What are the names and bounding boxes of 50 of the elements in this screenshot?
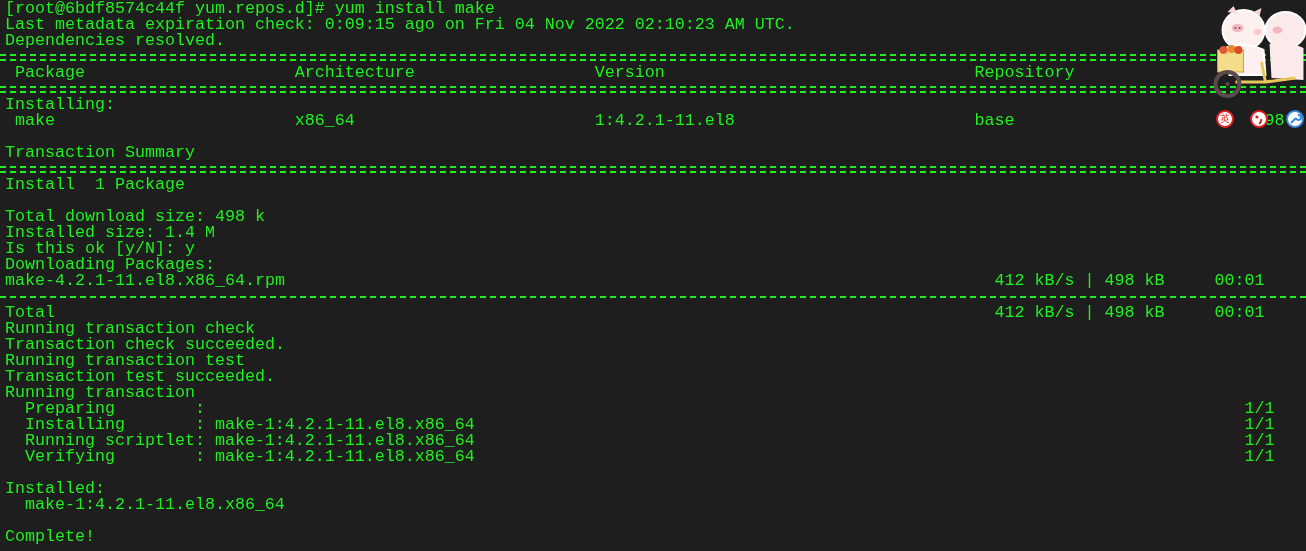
step-separator: :: [194, 401, 205, 417]
table-cell: base: [974, 113, 1015, 129]
terminal-line: Downloading Packages:: [5, 255, 215, 274]
terminal-line: Complete!: [5, 527, 95, 546]
terminal-line: Install 1 Package: [5, 175, 185, 194]
step-package: make-1:4.2.1-11.el8.x86_64: [214, 433, 475, 449]
step-count: 1/1: [1244, 417, 1275, 433]
terminal-line: Installing:: [5, 95, 115, 114]
terminal-line: Running transaction check: [5, 319, 255, 338]
step-separator: :: [194, 433, 205, 449]
step-label: Preparing: [25, 401, 115, 417]
terminal-line: Transaction test succeeded.: [5, 367, 275, 386]
step-label: Installing: [25, 417, 125, 433]
terminal-line: Transaction check succeeded.: [5, 335, 285, 354]
step-count: 1/1: [1244, 449, 1275, 465]
terminal-line: Is this ok [y/N]: y: [5, 239, 195, 258]
table-cell: 1:4.2.1-11.el8: [594, 113, 735, 129]
download-time: 00:01: [1214, 273, 1265, 289]
download-file: make-4.2.1-11.el8.x86_64.rpm: [5, 273, 285, 289]
step-label: Running scriptlet: [25, 433, 195, 449]
download-rate: 412 kB/s | 498 kB: [994, 305, 1165, 321]
step-separator: :: [194, 417, 205, 433]
step-separator: :: [194, 449, 205, 465]
step-count: 1/1: [1244, 433, 1275, 449]
terminal-line: [root@6bdf8574c44f yum.repos.d]# yum install make: [5, 0, 495, 18]
terminal-line: Dependencies resolved.: [5, 31, 225, 50]
table-cell: make: [15, 113, 55, 129]
step-package: make-1:4.2.1-11.el8.x86_64: [214, 449, 475, 465]
terminal-line: Installed:: [5, 479, 105, 498]
terminal-line: Installed size: 1.4 M: [5, 223, 215, 242]
step-label: Verifying: [25, 449, 115, 465]
terminal-line: Running transaction test: [5, 351, 245, 370]
terminal-line: Transaction Summary: [5, 143, 195, 162]
table-cell: x86_64: [294, 113, 355, 129]
step-count: 1/1: [1244, 401, 1275, 417]
download-rate: 412 kB/s | 498 kB: [994, 273, 1165, 289]
download-time: 00:01: [1214, 305, 1265, 321]
installed-package: make-1:4.2.1-11.el8.x86_64: [25, 497, 285, 513]
settings-icon[interactable]: [1286, 110, 1304, 128]
terminal-line: Last metadata expiration check: 0:09:15 ago on Fri 04 Nov 2022 02:10:23 AM UTC.: [5, 15, 795, 34]
terminal-line: Running transaction: [5, 383, 195, 402]
terminal-line: Total download size: 498 k: [5, 207, 265, 226]
column-header: Package: [15, 65, 85, 81]
language-indicator[interactable]: 英: [1216, 110, 1234, 128]
download-file: Total: [5, 305, 55, 321]
column-header: Repository: [974, 65, 1075, 81]
column-header: Architecture: [294, 65, 415, 81]
punctuation-icon[interactable]: [1250, 110, 1268, 128]
column-header: Version: [594, 65, 665, 81]
step-package: make-1:4.2.1-11.el8.x86_64: [214, 417, 475, 433]
